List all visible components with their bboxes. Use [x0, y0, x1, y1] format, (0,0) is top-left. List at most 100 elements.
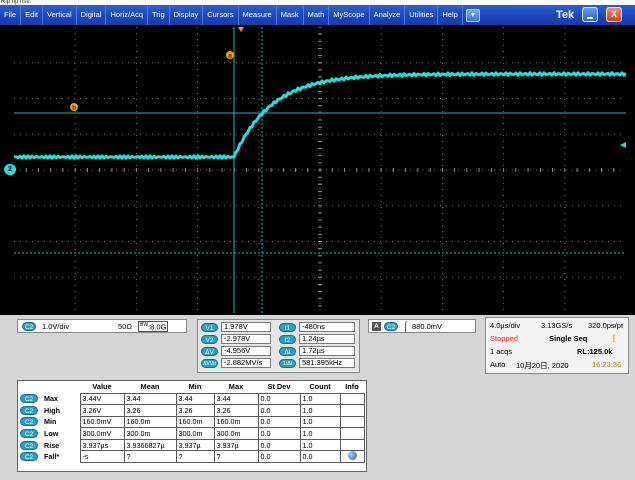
measurement-min: ?: [175, 450, 215, 464]
channel-2-marker[interactable]: 2: [4, 164, 16, 175]
measurement-row[interactable]: C2 Low 300.0mV 300.0m 300.0m 300.0m 0.0 1.0: [18, 427, 365, 440]
menu-edit[interactable]: Edit: [21, 5, 44, 25]
row-channel-badge: C2: [18, 428, 42, 440]
menu-mask[interactable]: Mask: [277, 5, 304, 25]
menu-horiz-acq[interactable]: Horiz/Acq: [106, 5, 148, 25]
measurement-stdev: 0.0: [257, 404, 301, 417]
graticule[interactable]: a b: [14, 27, 626, 313]
measurement-stdev: 0.0: [257, 450, 301, 464]
bandwidth-value: :8.0G: [148, 322, 167, 332]
bandwidth-prefix: BW: [140, 322, 149, 328]
minimize-button[interactable]: [582, 7, 598, 22]
measurement-max: 3.26: [213, 404, 259, 417]
measurement-channel-badge: C2: [20, 394, 38, 404]
measurement-max: 3.44: [213, 392, 259, 406]
menu-trig[interactable]: Trig: [148, 5, 170, 25]
measurement-mean: 3.9366827µ: [123, 438, 177, 452]
measurement-count: 1.0: [299, 427, 341, 440]
measurement-value: 300.0mV: [79, 427, 125, 440]
chevron-down-icon[interactable]: ▼: [465, 8, 480, 22]
menu-utilities[interactable]: Utilities: [405, 5, 439, 25]
measurement-info[interactable]: [339, 404, 365, 417]
col-min: Min: [188, 382, 202, 392]
measurement-min: 160.0m: [175, 415, 215, 429]
measurement-info[interactable]: [339, 415, 365, 429]
t1-badge: t1: [279, 323, 296, 332]
bandwidth-field: BW:8.0G: [138, 321, 169, 332]
sample-rate: 3.13GS/s: [541, 321, 573, 330]
measurement-count: 0.0: [299, 450, 341, 464]
t2-value: 1.24µs: [299, 334, 355, 344]
menu-myscope[interactable]: MyScope: [329, 5, 370, 25]
acq-state: Stopped: [490, 334, 518, 343]
measurement-row[interactable]: C2 Min 160.0mV 160.0m 160.0m 160.0m 0.0 1.0: [18, 415, 365, 429]
dvdt-value: -2.882MV/s: [221, 358, 271, 368]
time-per-div: 4.0µs/div: [490, 321, 521, 330]
measurement-row[interactable]: C2 Fall* -s??? 0.0 0.0: [18, 450, 365, 464]
col-mean: Mean: [140, 382, 160, 392]
measurement-row[interactable]: C2 Max 3.44V 3.44 3.44 3.44 0.0 1.0: [18, 392, 365, 406]
measurement-row[interactable]: C2 High 3.26V 3.26 3.26 3.26 0.0 1.0: [18, 404, 365, 417]
measurement-max: 3.937µ: [213, 438, 259, 452]
menu-analyze[interactable]: Analyze: [370, 5, 406, 25]
acq-count: 1 acqs: [490, 347, 513, 356]
menu-digital[interactable]: Digital: [77, 5, 107, 25]
menu-vertical[interactable]: Vertical: [43, 5, 77, 25]
acquisition-box[interactable]: 4.0µs/div 3.13GS/s 320.0ps/pt Stopped Si…: [485, 317, 629, 374]
channel-impedance: 50Ω: [118, 322, 132, 331]
col-stdev: St Dev: [267, 382, 291, 392]
measurement-name: Min: [44, 417, 57, 427]
trigger-level: 880.0mV: [412, 322, 443, 331]
v1-badge: V1: [201, 323, 218, 332]
measurement-info[interactable]: [339, 450, 365, 464]
trigger-source-badge: C2: [384, 322, 398, 331]
trigger-box[interactable]: A C2 ⌠ 880.0mV: [368, 319, 476, 333]
measurement-mean: 300.0m: [123, 427, 177, 440]
measurement-stdev: 0.0: [257, 438, 301, 452]
measurement-row[interactable]: C2 Rise 3.937µs 3.9366827µ 3.937µ 3.937µ 0.0 1.…: [18, 438, 365, 452]
menu-measure[interactable]: Measure: [239, 5, 277, 25]
menu-help[interactable]: Help: [438, 5, 463, 25]
measurement-name: Low: [44, 429, 59, 439]
channel-badge: C2: [22, 322, 36, 331]
inv-dt-value: 581.395kHz: [299, 358, 355, 368]
menu-math[interactable]: Math: [304, 5, 330, 25]
v2-value: -2.978V: [221, 334, 271, 344]
menu-display[interactable]: Display: [170, 5, 204, 25]
measurement-min: 3.26: [175, 404, 215, 417]
measurement-channel-badge: C2: [20, 440, 38, 450]
measurement-name: Max: [44, 394, 58, 404]
menu-cursors[interactable]: Cursors: [203, 5, 239, 25]
trigger-level-arrow[interactable]: [620, 142, 626, 148]
measurement-info[interactable]: [339, 438, 365, 452]
measurement-value: 3.937µs: [79, 438, 125, 452]
info-icon[interactable]: [347, 451, 357, 461]
t2-badge: t2: [279, 335, 296, 344]
measurement-min: 300.0m: [175, 427, 215, 440]
measurement-info[interactable]: [339, 392, 365, 406]
channel-scale-box[interactable]: C2 1.0V/div 50Ω BW:8.0G: [17, 319, 187, 333]
acq-time: 16:23:36: [592, 360, 622, 369]
acq-date: 10月20日, 2020: [516, 361, 569, 370]
run-indicator-icon: !: [612, 333, 616, 345]
measurement-header-row: Value Mean Min Max St Dev Count Info: [18, 381, 364, 393]
measurement-max: ?: [213, 450, 259, 464]
measurement-mean: 3.26: [123, 404, 177, 417]
cursor-a-label: a: [228, 53, 232, 60]
measurement-stdev: 0.0: [257, 427, 301, 440]
measurement-max: 160.0m: [213, 415, 259, 429]
close-button[interactable]: X: [606, 7, 622, 22]
measurement-max: 300.0m: [213, 427, 259, 440]
measurement-info[interactable]: [339, 427, 365, 440]
row-channel-badge: C2: [18, 393, 42, 405]
measurement-count: 1.0: [299, 438, 341, 452]
dv-badge: ΔV: [201, 347, 218, 356]
cursor-b-label: b: [72, 105, 76, 112]
menu-file[interactable]: File: [0, 5, 22, 25]
measurement-min: 3.44: [175, 392, 215, 406]
trigger-position-marker[interactable]: [238, 27, 244, 32]
col-max: Max: [228, 382, 244, 392]
waveform-trace: [14, 71, 626, 160]
measurement-channel-badge: C2: [20, 417, 38, 427]
tek-logo: Tek: [556, 9, 575, 21]
